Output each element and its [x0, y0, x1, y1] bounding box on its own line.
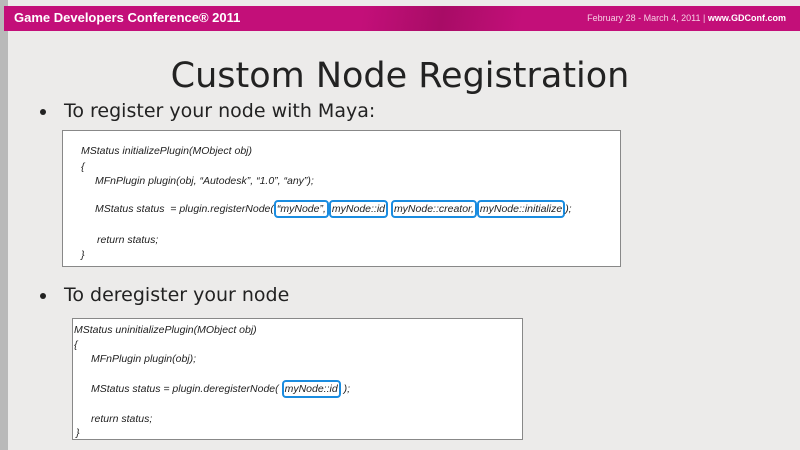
register-code-box: MStatus initializePlugin(MObject obj) { … [62, 130, 621, 267]
code-line: { [81, 161, 85, 173]
highlight-node-id: myNode::id [328, 200, 389, 218]
code-text: MStatus status = plugin.registerNode( [95, 203, 274, 215]
conference-url: www.GDConf.com [707, 13, 786, 23]
code-line-deregister: MStatus status = plugin.deregisterNode( … [91, 380, 351, 398]
conference-header-band: Game Developers Conference® 2011 Februar… [4, 6, 800, 31]
code-text: ); [565, 203, 572, 215]
bullet-icon [40, 108, 46, 115]
code-text: ); [343, 383, 351, 395]
highlight-node-id: myNode::id [281, 380, 341, 398]
deregister-code-box: MStatus uninitializePlugin(MObject obj) … [72, 318, 523, 440]
code-line: } [76, 427, 80, 439]
highlight-node-creator: myNode::creator, [390, 200, 477, 218]
bullet-deregister: To deregister your node [40, 284, 289, 306]
code-line: } [81, 249, 85, 261]
code-line: MStatus initializePlugin(MObject obj) [81, 145, 252, 157]
slide-title: Custom Node Registration [170, 56, 630, 96]
conference-name: Game Developers Conference® 2011 [14, 10, 241, 25]
highlight-node-name: “myNode”, [273, 200, 329, 218]
code-line: MStatus uninitializePlugin(MObject obj) [74, 324, 257, 336]
bullet-icon [40, 292, 46, 299]
code-line: MFnPlugin plugin(obj, “Autodesk”, “1.0”,… [95, 175, 314, 187]
code-line-register: MStatus status = plugin.registerNode(“my… [95, 200, 572, 218]
bullet-text: To register your node with Maya: [64, 100, 376, 122]
code-text: MStatus status = plugin.deregisterNode( [91, 383, 279, 395]
code-line: MFnPlugin plugin(obj); [91, 353, 197, 365]
code-line: return status; [97, 234, 159, 246]
code-line: return status; [91, 413, 153, 425]
highlight-node-initialize: myNode::initialize [476, 200, 566, 218]
code-line: { [74, 339, 78, 351]
conference-dates: February 28 - March 4, 2011 | www.GDConf… [587, 13, 786, 23]
dates-text: February 28 - March 4, 2011 | [587, 13, 706, 23]
bullet-text: To deregister your node [64, 284, 290, 306]
bullet-register: To register your node with Maya: [40, 100, 375, 122]
